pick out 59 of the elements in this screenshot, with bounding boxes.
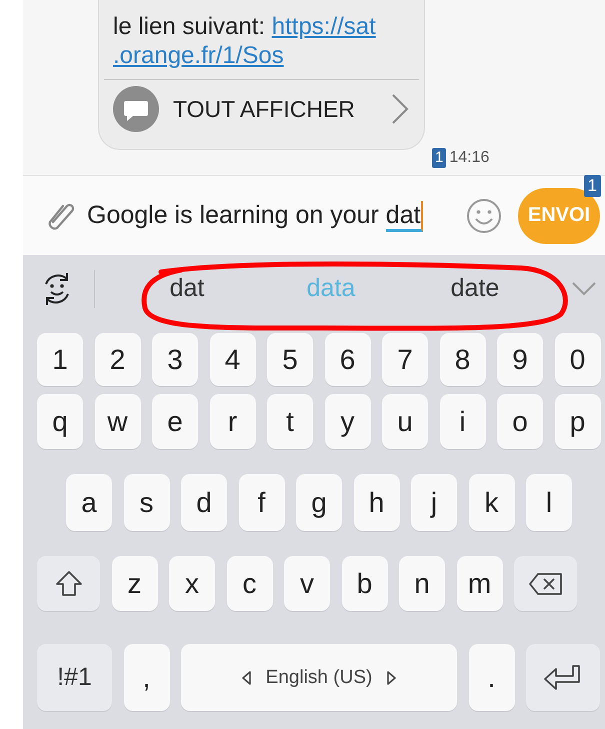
- key[interactable]: 8: [440, 333, 486, 386]
- key[interactable]: 2: [94, 333, 140, 386]
- backspace-icon: [528, 572, 564, 596]
- key[interactable]: a: [66, 474, 112, 531]
- message-text: le lien suivant: https://sat .orange.fr/1/Sos: [113, 12, 377, 70]
- key[interactable]: l: [526, 474, 572, 531]
- key[interactable]: o: [497, 394, 543, 449]
- key[interactable]: 3: [152, 333, 198, 386]
- message-icon: [113, 86, 159, 132]
- backspace-key[interactable]: [514, 556, 577, 611]
- key[interactable]: ,: [124, 644, 170, 711]
- key[interactable]: 7: [382, 333, 428, 386]
- sim-badge: 1: [584, 174, 601, 196]
- key[interactable]: w: [94, 394, 140, 449]
- key[interactable]: .: [468, 644, 514, 711]
- key[interactable]: x: [169, 556, 215, 611]
- key[interactable]: g: [296, 474, 342, 531]
- key[interactable]: t: [267, 394, 313, 449]
- key[interactable]: h: [354, 474, 400, 531]
- space-key[interactable]: English (US): [181, 644, 457, 711]
- key[interactable]: 4: [210, 333, 256, 386]
- key[interactable]: m: [456, 556, 502, 611]
- key[interactable]: c: [226, 556, 272, 611]
- message-time: 14:16: [449, 149, 490, 167]
- key[interactable]: b: [342, 556, 388, 611]
- key[interactable]: k: [468, 474, 514, 531]
- suggestion[interactable]: date: [403, 274, 547, 303]
- key[interactable]: 5: [267, 333, 313, 386]
- message-input[interactable]: Google is learning on your dat: [87, 201, 466, 230]
- symbols-key[interactable]: !#1: [37, 644, 112, 711]
- key[interactable]: v: [284, 556, 330, 611]
- key[interactable]: 9: [497, 333, 543, 386]
- enter-icon: [543, 662, 583, 692]
- shift-icon: [54, 568, 84, 598]
- chevron-right-icon: [390, 93, 410, 125]
- key[interactable]: p: [554, 394, 600, 449]
- key[interactable]: q: [37, 394, 83, 449]
- key[interactable]: s: [124, 474, 170, 531]
- key[interactable]: 6: [324, 333, 370, 386]
- shift-key[interactable]: [37, 556, 100, 611]
- key[interactable]: z: [112, 556, 158, 611]
- show-all-button[interactable]: TOUT AFFICHER: [99, 80, 424, 138]
- key[interactable]: 0: [554, 333, 600, 386]
- key[interactable]: u: [382, 394, 428, 449]
- key[interactable]: j: [411, 474, 457, 531]
- suggestion[interactable]: dat: [115, 274, 259, 303]
- key[interactable]: 1: [37, 333, 83, 386]
- key[interactable]: f: [238, 474, 284, 531]
- left-arrow-icon: [240, 670, 252, 684]
- right-arrow-icon: [386, 670, 398, 684]
- key[interactable]: y: [324, 394, 370, 449]
- emoji-icon[interactable]: [466, 198, 502, 234]
- key[interactable]: e: [152, 394, 198, 449]
- key[interactable]: i: [440, 394, 486, 449]
- sim-badge: 1: [432, 148, 446, 168]
- key[interactable]: d: [181, 474, 227, 531]
- enter-key[interactable]: [526, 644, 600, 711]
- key[interactable]: n: [399, 556, 445, 611]
- key[interactable]: r: [210, 394, 256, 449]
